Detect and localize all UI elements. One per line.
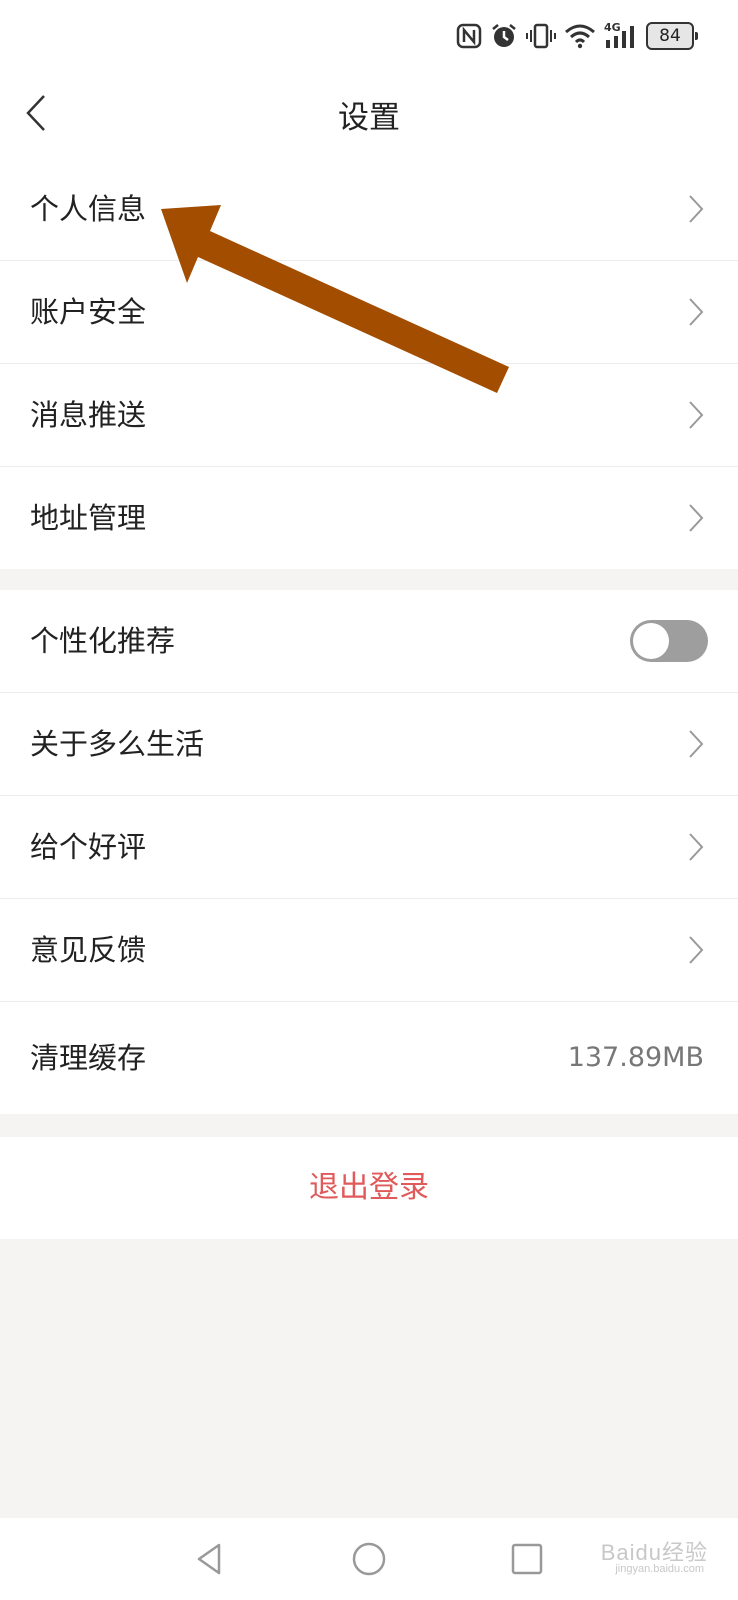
settings-item-address-management[interactable]: 地址管理 <box>0 467 738 569</box>
system-home-button[interactable] <box>349 1539 389 1579</box>
nfc-icon <box>456 23 482 49</box>
settings-group-account: 个人信息 账户安全 消息推送 地址管理 <box>0 158 738 569</box>
chevron-right-icon <box>689 504 704 532</box>
watermark-url: jingyan.baidu.com <box>615 1563 704 1575</box>
settings-item-clear-cache[interactable]: 清理缓存 137.89MB <box>0 1002 738 1114</box>
settings-item-label: 给个好评 <box>30 830 147 864</box>
watermark: Baidu经验 jingyan.baidu.com <box>600 1535 708 1575</box>
nav-bar: 设置 <box>0 70 738 159</box>
settings-item-label: 关于多么生活 <box>30 727 205 761</box>
page-title: 设置 <box>338 100 400 136</box>
settings-item-rate-app[interactable]: 给个好评 <box>0 796 738 899</box>
chevron-right-icon <box>689 833 704 861</box>
settings-item-label: 个性化推荐 <box>30 624 176 658</box>
signal-4g-icon: 4G <box>604 21 638 50</box>
chevron-right-icon <box>689 401 704 429</box>
system-back-button[interactable] <box>191 1539 231 1579</box>
watermark-brand: Baidu经验 <box>600 1540 708 1565</box>
settings-item-label: 个人信息 <box>30 192 147 226</box>
settings-item-label: 清理缓存 <box>30 1041 147 1075</box>
system-recents-button[interactable] <box>507 1539 547 1579</box>
battery-indicator: 84 <box>646 22 698 50</box>
settings-item-label: 账户安全 <box>30 295 147 329</box>
settings-item-profile[interactable]: 个人信息 <box>0 158 738 261</box>
toggle-knob <box>633 623 669 659</box>
cache-size-value: 137.89MB <box>567 1042 704 1073</box>
settings-group-general: 个性化推荐 关于多么生活 给个好评 意见反馈 清理缓存 137.89MB <box>0 590 738 1114</box>
chevron-right-icon <box>689 298 704 326</box>
status-bar: 4G 84 <box>0 0 738 70</box>
chevron-right-icon <box>689 195 704 223</box>
settings-item-personalized-recommendation: 个性化推荐 <box>0 590 738 693</box>
wifi-icon <box>565 24 595 49</box>
vibrate-icon <box>526 23 556 49</box>
status-icons: 4G 84 <box>456 20 698 52</box>
settings-item-about[interactable]: 关于多么生活 <box>0 693 738 796</box>
logout-button[interactable]: 退出登录 <box>0 1137 738 1239</box>
settings-item-feedback[interactable]: 意见反馈 <box>0 899 738 1002</box>
settings-item-push-notifications[interactable]: 消息推送 <box>0 364 738 467</box>
chevron-right-icon <box>689 936 704 964</box>
chevron-right-icon <box>689 730 704 758</box>
settings-item-label: 消息推送 <box>30 398 147 432</box>
settings-item-account-security[interactable]: 账户安全 <box>0 261 738 364</box>
settings-item-label: 意见反馈 <box>30 933 147 967</box>
personalized-recommendation-toggle[interactable] <box>630 620 708 662</box>
alarm-icon <box>492 24 516 47</box>
settings-item-label: 地址管理 <box>30 501 147 535</box>
